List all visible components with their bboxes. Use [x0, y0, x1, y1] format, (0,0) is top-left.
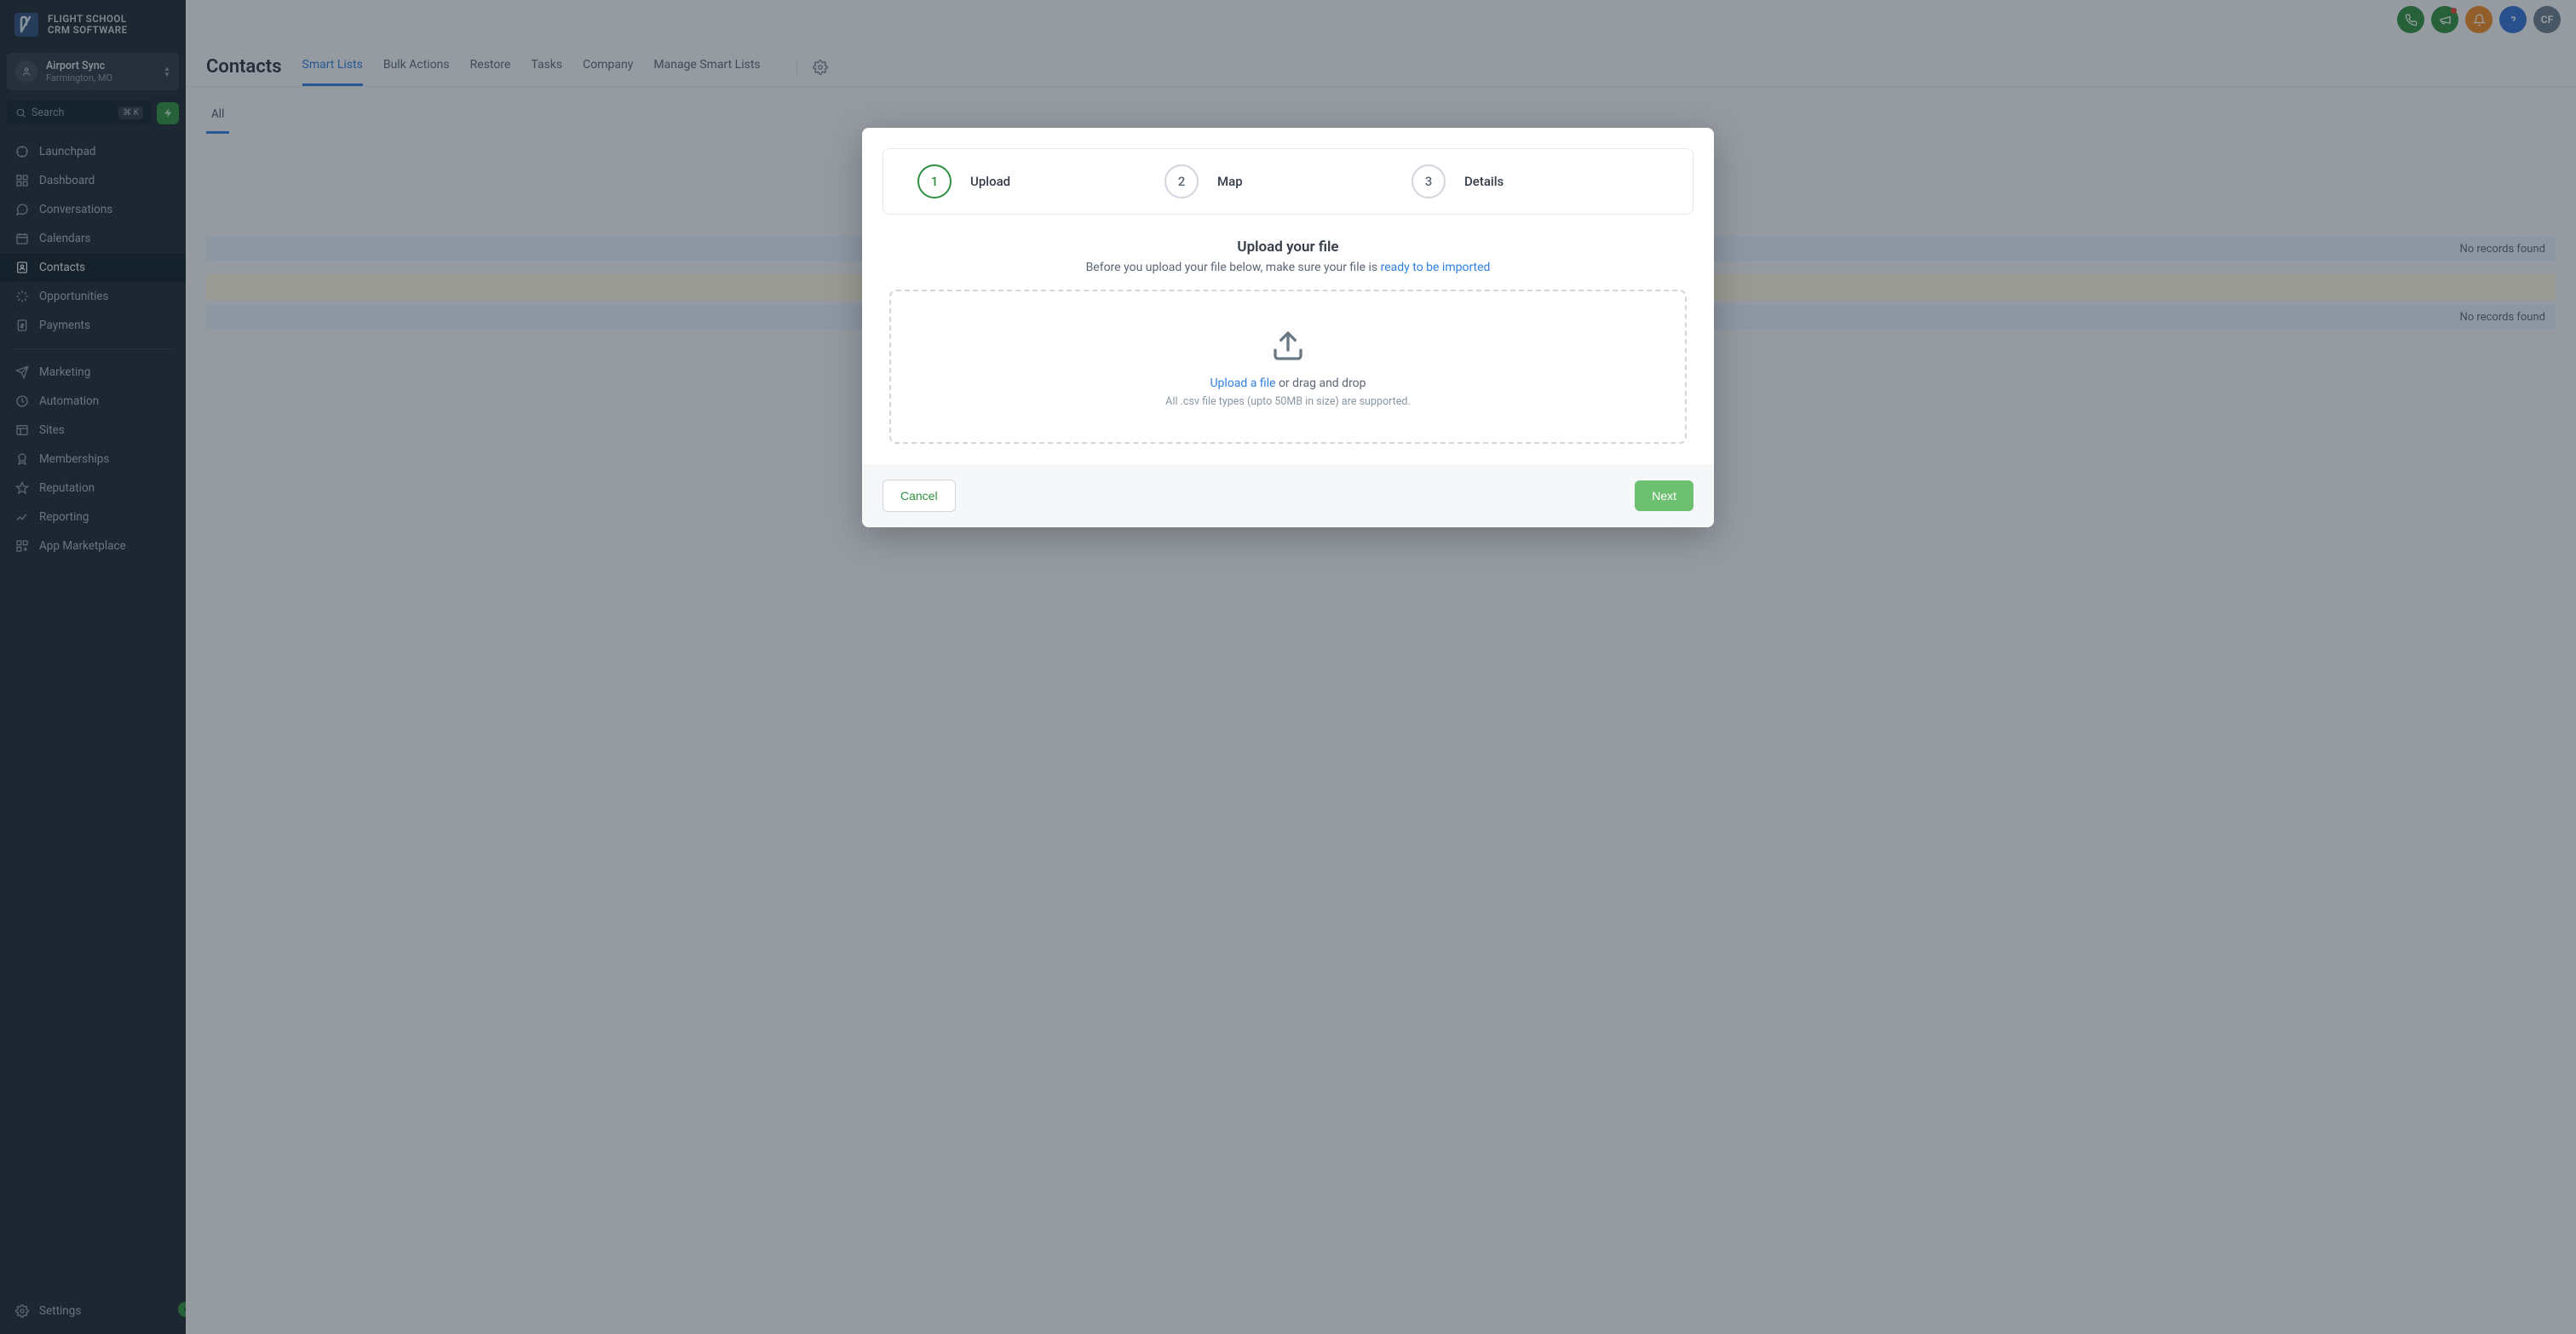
modal-footer: Cancel Next	[862, 464, 1714, 527]
step-number: 1	[917, 164, 952, 198]
step-number: 3	[1412, 164, 1446, 198]
next-button[interactable]: Next	[1635, 480, 1693, 511]
upload-title: Upload your file	[883, 239, 1693, 256]
app-root: FLIGHT SCHOOL CRM SOFTWARE Airport Sync …	[0, 0, 2576, 1334]
ready-link[interactable]: ready to be imported	[1381, 261, 1491, 274]
step-number: 2	[1164, 164, 1199, 198]
step-upload: 1 Upload	[917, 164, 1164, 198]
dropzone-text-rest: or drag and drop	[1275, 377, 1366, 390]
upload-file-link[interactable]: Upload a file	[1210, 377, 1275, 390]
step-details: 3 Details	[1412, 164, 1659, 198]
dropzone-text: Upload a file or drag and drop	[908, 377, 1668, 390]
modal-overlay[interactable]: 1 Upload 2 Map 3 Details Upload your fil…	[0, 0, 2576, 1334]
step-label: Map	[1217, 174, 1243, 189]
upload-icon	[908, 329, 1668, 363]
modal-body: 1 Upload 2 Map 3 Details Upload your fil…	[862, 128, 1714, 464]
upload-subtitle: Before you upload your file below, make …	[883, 261, 1693, 274]
cancel-button[interactable]: Cancel	[883, 480, 956, 512]
dropzone[interactable]: Upload a file or drag and drop All .csv …	[889, 290, 1687, 444]
dropzone-hint: All .csv file types (upto 50MB in size) …	[908, 395, 1668, 408]
step-label: Details	[1464, 174, 1504, 189]
upload-sub-prefix: Before you upload your file below, make …	[1086, 261, 1381, 274]
step-label: Upload	[970, 174, 1010, 189]
import-modal: 1 Upload 2 Map 3 Details Upload your fil…	[862, 128, 1714, 527]
stepper: 1 Upload 2 Map 3 Details	[883, 148, 1693, 215]
step-map: 2 Map	[1164, 164, 1412, 198]
